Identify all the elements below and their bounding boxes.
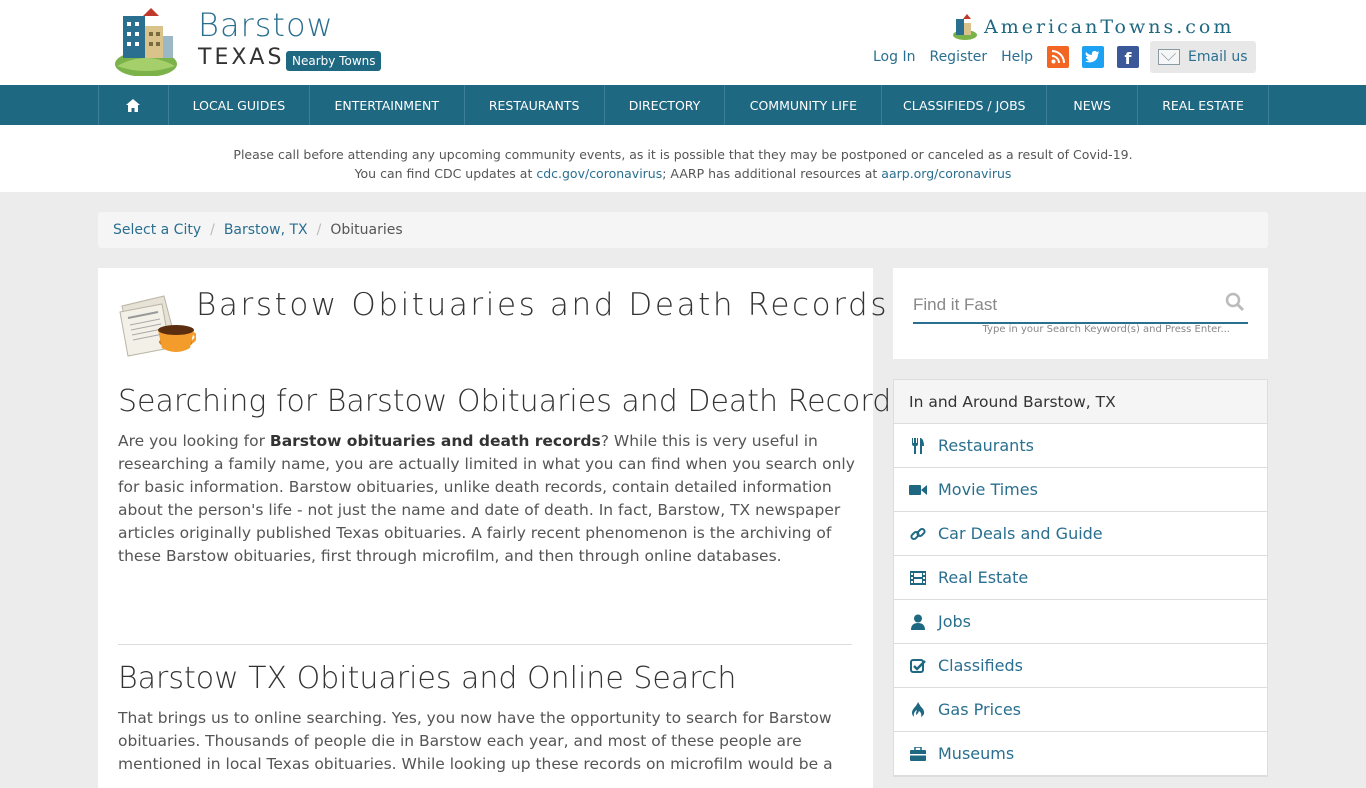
- check-square-icon: [909, 657, 927, 675]
- facebook-icon[interactable]: f: [1117, 46, 1140, 68]
- around-town-list: In and Around Barstow, TX Restaurants Mo…: [893, 379, 1268, 777]
- paragraph-text: Are you looking for: [118, 432, 270, 450]
- nav-news[interactable]: NEWS: [1047, 85, 1139, 125]
- email-us-button[interactable]: Email us: [1150, 41, 1256, 73]
- search-box: Type in your Search Keyword(s) and Press…: [893, 268, 1268, 359]
- sidebar-item-real-estate[interactable]: Real Estate: [894, 556, 1267, 600]
- section-heading-online-search: Barstow TX Obituaries and Online Search: [118, 661, 737, 696]
- nav-home[interactable]: [99, 85, 169, 125]
- link-icon: [909, 525, 927, 543]
- nav-community-life[interactable]: COMMUNITY LIFE: [725, 85, 883, 125]
- city-name[interactable]: Barstow: [198, 6, 334, 44]
- section-paragraph-searching: Are you looking for Barstow obituaries a…: [118, 430, 858, 568]
- nav-local-guides[interactable]: LOCAL GUIDES: [169, 85, 310, 125]
- video-camera-icon: [909, 481, 927, 499]
- sidebar-heading: In and Around Barstow, TX: [894, 380, 1267, 424]
- login-link[interactable]: Log In: [873, 49, 915, 65]
- nav-directory[interactable]: DIRECTORY: [605, 85, 726, 125]
- page-title: Barstow Obituaries and Death Records: [196, 287, 890, 323]
- envelope-icon: [1158, 49, 1181, 65]
- twitter-icon[interactable]: [1082, 46, 1105, 68]
- sidebar-item-label: Classifieds: [938, 656, 1023, 675]
- sidebar-item-restaurants[interactable]: Restaurants: [894, 424, 1267, 468]
- breadcrumb-select-city[interactable]: Select a City: [113, 222, 201, 238]
- user-icon: [909, 613, 927, 631]
- help-link[interactable]: Help: [1001, 49, 1033, 65]
- sidebar-item-car-deals[interactable]: Car Deals and Guide: [894, 512, 1267, 556]
- briefcase-icon: [909, 745, 927, 763]
- city-logo-icon[interactable]: [113, 6, 179, 76]
- brand-name: AmericanTowns.com: [984, 16, 1235, 38]
- notice-text: You can find CDC updates at: [354, 166, 537, 181]
- main-content: Barstow Obituaries and Death Records Sea…: [98, 268, 907, 788]
- notice-line-2: You can find CDC updates at cdc.gov/coro…: [0, 164, 1366, 183]
- search-input[interactable]: [913, 288, 1248, 324]
- section-paragraph-online-search: That brings us to online searching. Yes,…: [118, 709, 833, 773]
- sidebar-item-label: Jobs: [938, 612, 971, 631]
- sidebar-item-gas-prices[interactable]: Gas Prices: [894, 688, 1267, 732]
- aarp-link[interactable]: aarp.org/coronavirus: [881, 166, 1011, 181]
- covid-notice: Please call before attending any upcomin…: [0, 125, 1366, 192]
- film-icon: [909, 569, 927, 587]
- rss-icon[interactable]: [1047, 46, 1070, 68]
- sidebar-item-label: Gas Prices: [938, 700, 1021, 719]
- state-name: TEXAS: [198, 45, 285, 70]
- search-icon[interactable]: [1225, 292, 1245, 312]
- sidebar-item-label: Car Deals and Guide: [938, 524, 1103, 543]
- breadcrumb: Select a City / Barstow, TX / Obituaries: [98, 212, 1268, 248]
- section-heading-searching: Searching for Barstow Obituaries and Dea…: [118, 384, 907, 419]
- search-hint: Type in your Search Keyword(s) and Press…: [982, 324, 1231, 335]
- breadcrumb-barstow[interactable]: Barstow, TX: [224, 222, 308, 238]
- notice-line-1: Please call before attending any upcomin…: [233, 147, 1133, 162]
- sidebar-item-jobs[interactable]: Jobs: [894, 600, 1267, 644]
- sidebar-item-label: Movie Times: [938, 480, 1038, 499]
- breadcrumb-obituaries: Obituaries: [330, 222, 403, 238]
- fire-icon: [909, 701, 927, 719]
- newspaper-coffee-icon: [119, 295, 196, 357]
- sidebar-item-label: Real Estate: [938, 568, 1029, 587]
- sidebar-item-label: Museums: [938, 744, 1015, 763]
- bold-keyword: Barstow obituaries and death records: [269, 432, 601, 450]
- nearby-towns-button[interactable]: Nearby Towns: [286, 51, 382, 71]
- nav-entertainment[interactable]: ENTERTAINMENT: [310, 85, 465, 125]
- email-us-label: Email us: [1188, 49, 1248, 65]
- sidebar-item-classifieds[interactable]: Classifieds: [894, 644, 1267, 688]
- notice-text: ; AARP has additional resources at: [662, 166, 882, 181]
- site-header: Barstow TEXAS Nearby Towns AmericanTowns…: [0, 0, 1366, 85]
- sidebar-item-museums[interactable]: Museums: [894, 732, 1267, 776]
- utensils-icon: [909, 437, 927, 455]
- main-nav: LOCAL GUIDES ENTERTAINMENT RESTAURANTS D…: [0, 85, 1366, 125]
- sidebar-item-movie-times[interactable]: Movie Times: [894, 468, 1267, 512]
- account-links: Log In Register Help f Email us: [873, 41, 1256, 73]
- home-icon: [126, 98, 141, 112]
- breadcrumb-separator: /: [316, 222, 322, 238]
- nav-real-estate[interactable]: REAL ESTATE: [1138, 85, 1269, 125]
- americantowns-brand[interactable]: AmericanTowns.com: [952, 12, 1234, 42]
- breadcrumb-separator: /: [210, 222, 215, 238]
- register-link[interactable]: Register: [929, 49, 987, 65]
- paragraph-text: ? While this is very useful in researchi…: [118, 432, 855, 565]
- nav-restaurants[interactable]: RESTAURANTS: [465, 85, 605, 125]
- americantowns-logo-icon: [953, 14, 977, 40]
- cdc-link[interactable]: cdc.gov/coronavirus: [536, 166, 662, 181]
- sidebar-item-label: Restaurants: [938, 436, 1034, 455]
- section-divider: [118, 644, 852, 645]
- nav-classifieds-jobs[interactable]: CLASSIFIEDS / JOBS: [882, 85, 1048, 125]
